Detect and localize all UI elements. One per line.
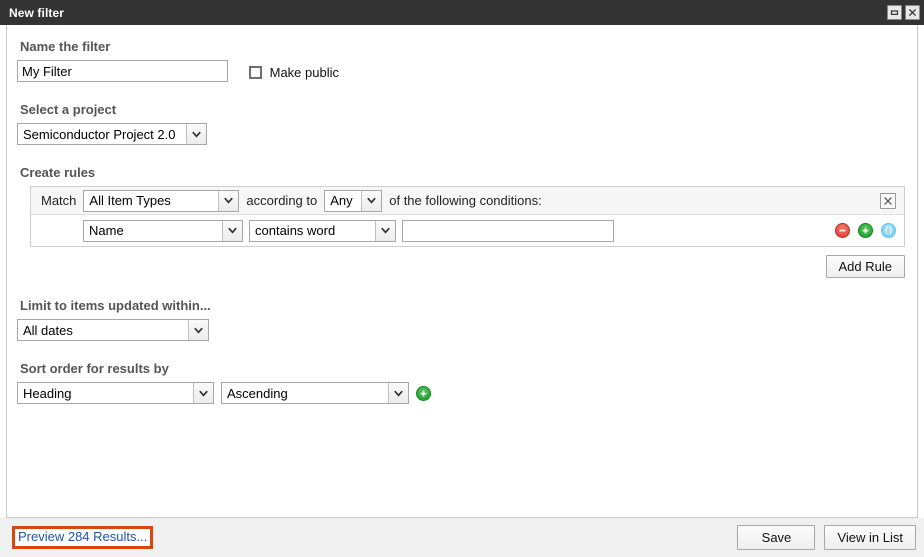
sort-direction-select[interactable]: Ascending	[221, 382, 409, 404]
close-panel-icon[interactable]	[880, 193, 896, 209]
limit-label: Limit to items updated within...	[20, 298, 907, 313]
view-in-list-button[interactable]: View in List	[824, 525, 916, 550]
any-all-select[interactable]: Any	[324, 190, 382, 212]
footer-actions: Save View in List	[737, 525, 916, 550]
sort-field-select[interactable]: Heading	[17, 382, 214, 404]
filter-name-input[interactable]	[17, 60, 228, 82]
sort-section: Sort order for results by Heading Ascend…	[17, 361, 907, 404]
sort-controls: Heading Ascending	[17, 382, 907, 404]
window-title: New filter	[9, 6, 64, 20]
rules-section: Create rules Match All Item Types accord…	[17, 165, 907, 278]
rule-value-input[interactable]	[402, 220, 614, 242]
project-select-value: Semiconductor Project 2.0	[18, 124, 186, 144]
add-sort-icon[interactable]	[416, 386, 431, 401]
minimize-button[interactable]	[887, 5, 902, 20]
close-button[interactable]	[905, 5, 920, 20]
name-filter-section: Name the filter Make public	[17, 39, 907, 82]
close-icon	[908, 8, 917, 17]
rules-panel: Match All Item Types according to Any	[30, 186, 905, 247]
item-types-select[interactable]: All Item Types	[83, 190, 239, 212]
rule-field-select[interactable]: Name	[83, 220, 243, 242]
rule-operator-select[interactable]: contains word	[249, 220, 396, 242]
item-types-select-value: All Item Types	[84, 191, 218, 211]
sort-field-select-value: Heading	[18, 383, 193, 403]
chevron-down-icon	[222, 221, 242, 241]
project-section: Select a project Semiconductor Project 2…	[17, 102, 907, 145]
any-all-select-value: Any	[325, 191, 361, 211]
according-to-label: according to	[246, 193, 317, 208]
make-public-group: Make public	[249, 65, 339, 80]
add-rule-row: Add Rule	[17, 255, 905, 278]
make-public-label: Make public	[270, 65, 339, 80]
table-row: Name contains word	[31, 215, 904, 246]
limit-dates-select-value: All dates	[18, 320, 188, 340]
rule-field-select-value: Name	[84, 221, 222, 241]
project-select[interactable]: Semiconductor Project 2.0	[17, 123, 207, 145]
chevron-down-icon	[188, 320, 208, 340]
chevron-down-icon	[388, 383, 408, 403]
sort-label: Sort order for results by	[20, 361, 907, 376]
project-label: Select a project	[20, 102, 907, 117]
chevron-down-icon	[375, 221, 395, 241]
window-titlebar: New filter	[0, 0, 924, 25]
rule-operator-select-value: contains word	[250, 221, 375, 241]
limit-section: Limit to items updated within... All dat…	[17, 298, 907, 341]
limit-dates-select[interactable]: All dates	[17, 319, 209, 341]
add-rule-button[interactable]: Add Rule	[826, 255, 905, 278]
name-filter-label: Name the filter	[20, 39, 907, 54]
chevron-down-icon	[186, 124, 206, 144]
preview-results-link[interactable]: Preview 284 Results...	[12, 526, 153, 549]
conditions-label: of the following conditions:	[389, 193, 541, 208]
rule-actions	[835, 223, 896, 238]
dialog-footer: Preview 284 Results... Save View in List	[0, 518, 924, 557]
window-controls	[887, 5, 920, 20]
dialog-body: Name the filter Make public Select a pro…	[0, 25, 924, 557]
save-button[interactable]: Save	[737, 525, 815, 550]
minimize-icon	[890, 8, 899, 17]
sort-direction-select-value: Ascending	[222, 383, 388, 403]
remove-rule-icon[interactable]	[835, 223, 850, 238]
make-public-checkbox[interactable]	[249, 66, 262, 79]
rules-panel-header: Match All Item Types according to Any	[31, 187, 904, 215]
group-rule-icon[interactable]	[881, 223, 896, 238]
chevron-down-icon	[361, 191, 381, 211]
add-rule-icon[interactable]	[858, 223, 873, 238]
form-content: Name the filter Make public Select a pro…	[6, 25, 918, 518]
chevron-down-icon	[193, 383, 213, 403]
chevron-down-icon	[218, 191, 238, 211]
rules-label: Create rules	[20, 165, 907, 180]
match-label: Match	[41, 193, 76, 208]
